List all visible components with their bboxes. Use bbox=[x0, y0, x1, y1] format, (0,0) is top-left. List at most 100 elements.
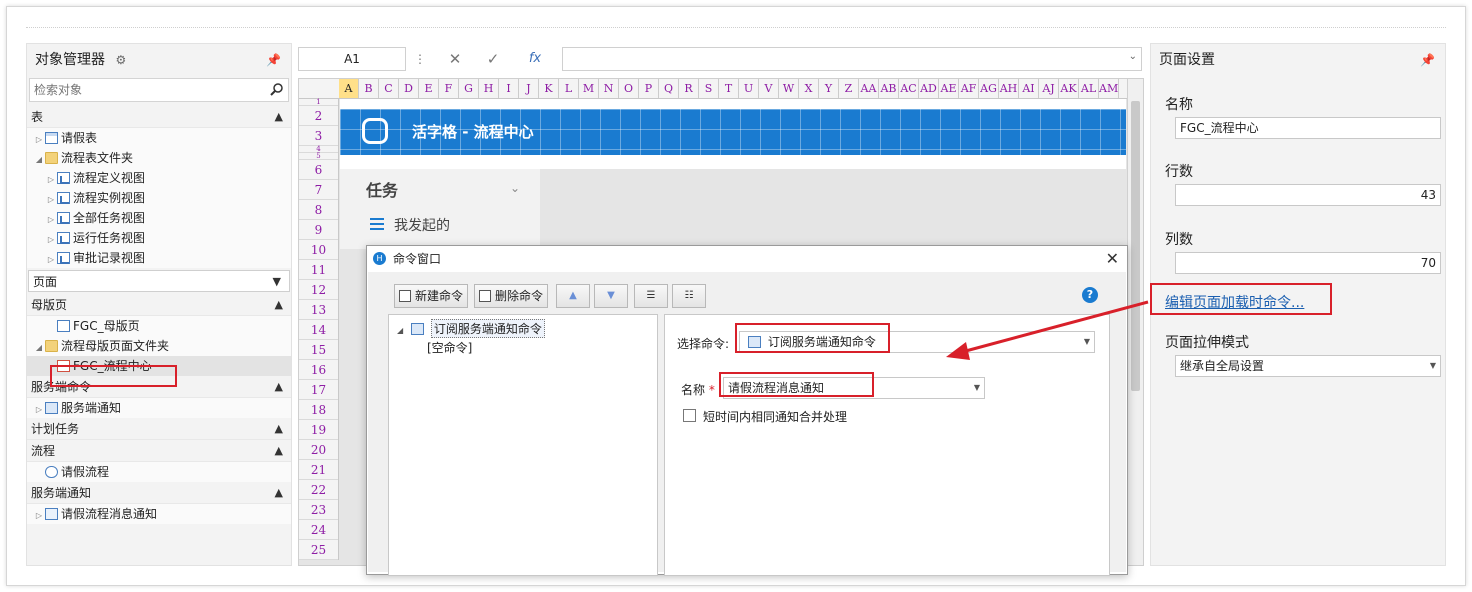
more-icon[interactable]: ⋮ bbox=[410, 47, 430, 71]
row-header[interactable]: 20 bbox=[299, 440, 338, 460]
pin-icon[interactable]: 📌 bbox=[1420, 44, 1435, 76]
row-header[interactable]: 2 bbox=[299, 106, 338, 126]
chevron-down-icon[interactable]: ▼ bbox=[1084, 332, 1090, 352]
column-header[interactable]: N bbox=[599, 79, 619, 98]
column-header[interactable]: B bbox=[359, 79, 379, 98]
column-header[interactable]: AG bbox=[979, 79, 999, 98]
chevron-up-icon[interactable]: ▲ bbox=[275, 294, 283, 316]
expand-triangle-icon[interactable]: ▷ bbox=[33, 506, 45, 526]
row-header[interactable]: 10 bbox=[299, 240, 338, 260]
object-search-box[interactable] bbox=[29, 78, 289, 102]
column-header[interactable]: F bbox=[439, 79, 459, 98]
expand-triangle-icon[interactable]: ▷ bbox=[45, 170, 57, 190]
column-header[interactable]: H bbox=[479, 79, 499, 98]
expand-triangle-icon[interactable]: ▷ bbox=[45, 210, 57, 230]
column-header[interactable]: AL bbox=[1079, 79, 1099, 98]
row-header[interactable]: 12 bbox=[299, 280, 338, 300]
rows-input[interactable]: 43 bbox=[1175, 184, 1441, 206]
column-header[interactable]: W bbox=[779, 79, 799, 98]
column-header[interactable]: AH bbox=[999, 79, 1019, 98]
scrollbar-thumb[interactable] bbox=[1131, 101, 1140, 391]
row-header[interactable]: 14 bbox=[299, 320, 338, 340]
search-icon[interactable] bbox=[270, 82, 284, 96]
tree-item-master-page[interactable]: FGC_母版页 bbox=[27, 316, 291, 336]
row-header[interactable]: 24 bbox=[299, 520, 338, 540]
confirm-icon[interactable]: ✓ bbox=[478, 47, 508, 71]
row-header[interactable]: 22 bbox=[299, 480, 338, 500]
row-header[interactable]: 21 bbox=[299, 460, 338, 480]
column-header[interactable]: P bbox=[639, 79, 659, 98]
column-header[interactable]: Q bbox=[659, 79, 679, 98]
page-name-input[interactable]: FGC_流程中心 bbox=[1175, 117, 1441, 139]
row-header[interactable]: 15 bbox=[299, 340, 338, 360]
tree-item-view[interactable]: ▷ 流程实例视图 bbox=[27, 188, 291, 208]
move-up-button[interactable]: ▲ bbox=[556, 284, 590, 308]
tree-item-notification[interactable]: ▷ 请假流程消息通知 bbox=[27, 504, 291, 524]
column-header[interactable]: AI bbox=[1019, 79, 1039, 98]
delete-command-button[interactable]: 删除命令 bbox=[474, 284, 549, 308]
column-header[interactable]: E bbox=[419, 79, 439, 98]
expand-triangle-icon[interactable]: ▷ bbox=[45, 190, 57, 210]
row-header[interactable]: 25 bbox=[299, 540, 338, 560]
row-header[interactable]: 8 bbox=[299, 200, 338, 220]
indent-button[interactable]: ☰ bbox=[634, 284, 668, 308]
column-header[interactable]: M bbox=[579, 79, 599, 98]
collapse-triangle-icon[interactable]: ◢ bbox=[33, 338, 45, 358]
tree-item-view[interactable]: ▷ 流程定义视图 bbox=[27, 168, 291, 188]
pages-dropdown[interactable]: 页面 ▼ bbox=[28, 270, 290, 292]
column-header[interactable]: G bbox=[459, 79, 479, 98]
row-header[interactable]: 18 bbox=[299, 400, 338, 420]
row-header[interactable]: 19 bbox=[299, 420, 338, 440]
column-header[interactable]: R bbox=[679, 79, 699, 98]
outdent-button[interactable]: ☷ bbox=[672, 284, 706, 308]
chevron-down-icon[interactable]: ▼ bbox=[1430, 356, 1436, 376]
row-header[interactable]: 6 bbox=[299, 160, 338, 180]
column-header[interactable]: T bbox=[719, 79, 739, 98]
section-workflows[interactable]: 流程 ▲ bbox=[27, 440, 291, 462]
column-header[interactable]: AF bbox=[959, 79, 979, 98]
column-header[interactable]: K bbox=[539, 79, 559, 98]
nav-item-my-started[interactable]: 我发起的 bbox=[394, 215, 450, 235]
chevron-down-icon[interactable]: ⌄ bbox=[510, 181, 520, 195]
merge-checkbox[interactable] bbox=[683, 409, 696, 422]
formula-input[interactable]: ⌄ bbox=[562, 47, 1142, 71]
tree-item-view[interactable]: ▷ 审批记录视图 bbox=[27, 248, 291, 268]
row-header[interactable]: 3 bbox=[299, 126, 338, 146]
tree-item-folder[interactable]: ◢ 流程表文件夹 bbox=[27, 148, 291, 168]
chevron-up-icon[interactable]: ▲ bbox=[275, 440, 283, 462]
column-header[interactable]: X bbox=[799, 79, 819, 98]
column-header[interactable]: U bbox=[739, 79, 759, 98]
vertical-scrollbar[interactable] bbox=[1127, 79, 1143, 565]
row-header[interactable]: 11 bbox=[299, 260, 338, 280]
cell-name-box[interactable]: A1 bbox=[298, 47, 406, 71]
close-icon[interactable]: ✕ bbox=[1106, 246, 1119, 272]
help-icon[interactable]: ? bbox=[1082, 287, 1098, 303]
expand-triangle-icon[interactable]: ▷ bbox=[45, 230, 57, 250]
gear-icon[interactable]: ⚙ bbox=[115, 44, 126, 76]
tree-node-subscribe[interactable]: ◢ 订阅服务端通知命令 bbox=[397, 319, 545, 338]
tree-item-server-command[interactable]: ▷ 服务端通知 bbox=[27, 398, 291, 418]
column-header[interactable]: S bbox=[699, 79, 719, 98]
chevron-up-icon[interactable]: ▲ bbox=[275, 418, 283, 440]
collapse-triangle-icon[interactable]: ◢ bbox=[33, 150, 45, 170]
move-down-button[interactable]: ▼ bbox=[594, 284, 628, 308]
row-header[interactable]: 5 bbox=[299, 153, 338, 160]
column-header[interactable]: Y bbox=[819, 79, 839, 98]
chevron-up-icon[interactable]: ▲ bbox=[275, 482, 283, 504]
column-header[interactable]: I bbox=[499, 79, 519, 98]
column-header[interactable]: AM bbox=[1099, 79, 1119, 98]
pin-icon[interactable]: 📌 bbox=[266, 44, 281, 76]
row-header[interactable]: 1 bbox=[299, 99, 338, 106]
chevron-down-icon[interactable]: ⌄ bbox=[1129, 51, 1137, 62]
tree-item-view[interactable]: ▷ 运行任务视图 bbox=[27, 228, 291, 248]
section-server-notifications[interactable]: 服务端通知 ▲ bbox=[27, 482, 291, 504]
chevron-down-icon[interactable]: ▼ bbox=[974, 378, 980, 398]
expand-triangle-icon[interactable]: ▷ bbox=[45, 250, 57, 270]
collapse-triangle-icon[interactable]: ◢ bbox=[397, 326, 403, 335]
column-header[interactable]: O bbox=[619, 79, 639, 98]
column-header[interactable]: AJ bbox=[1039, 79, 1059, 98]
column-header[interactable]: J bbox=[519, 79, 539, 98]
expand-triangle-icon[interactable]: ▷ bbox=[33, 130, 45, 150]
chevron-up-icon[interactable]: ▲ bbox=[275, 106, 283, 128]
column-header[interactable]: Z bbox=[839, 79, 859, 98]
